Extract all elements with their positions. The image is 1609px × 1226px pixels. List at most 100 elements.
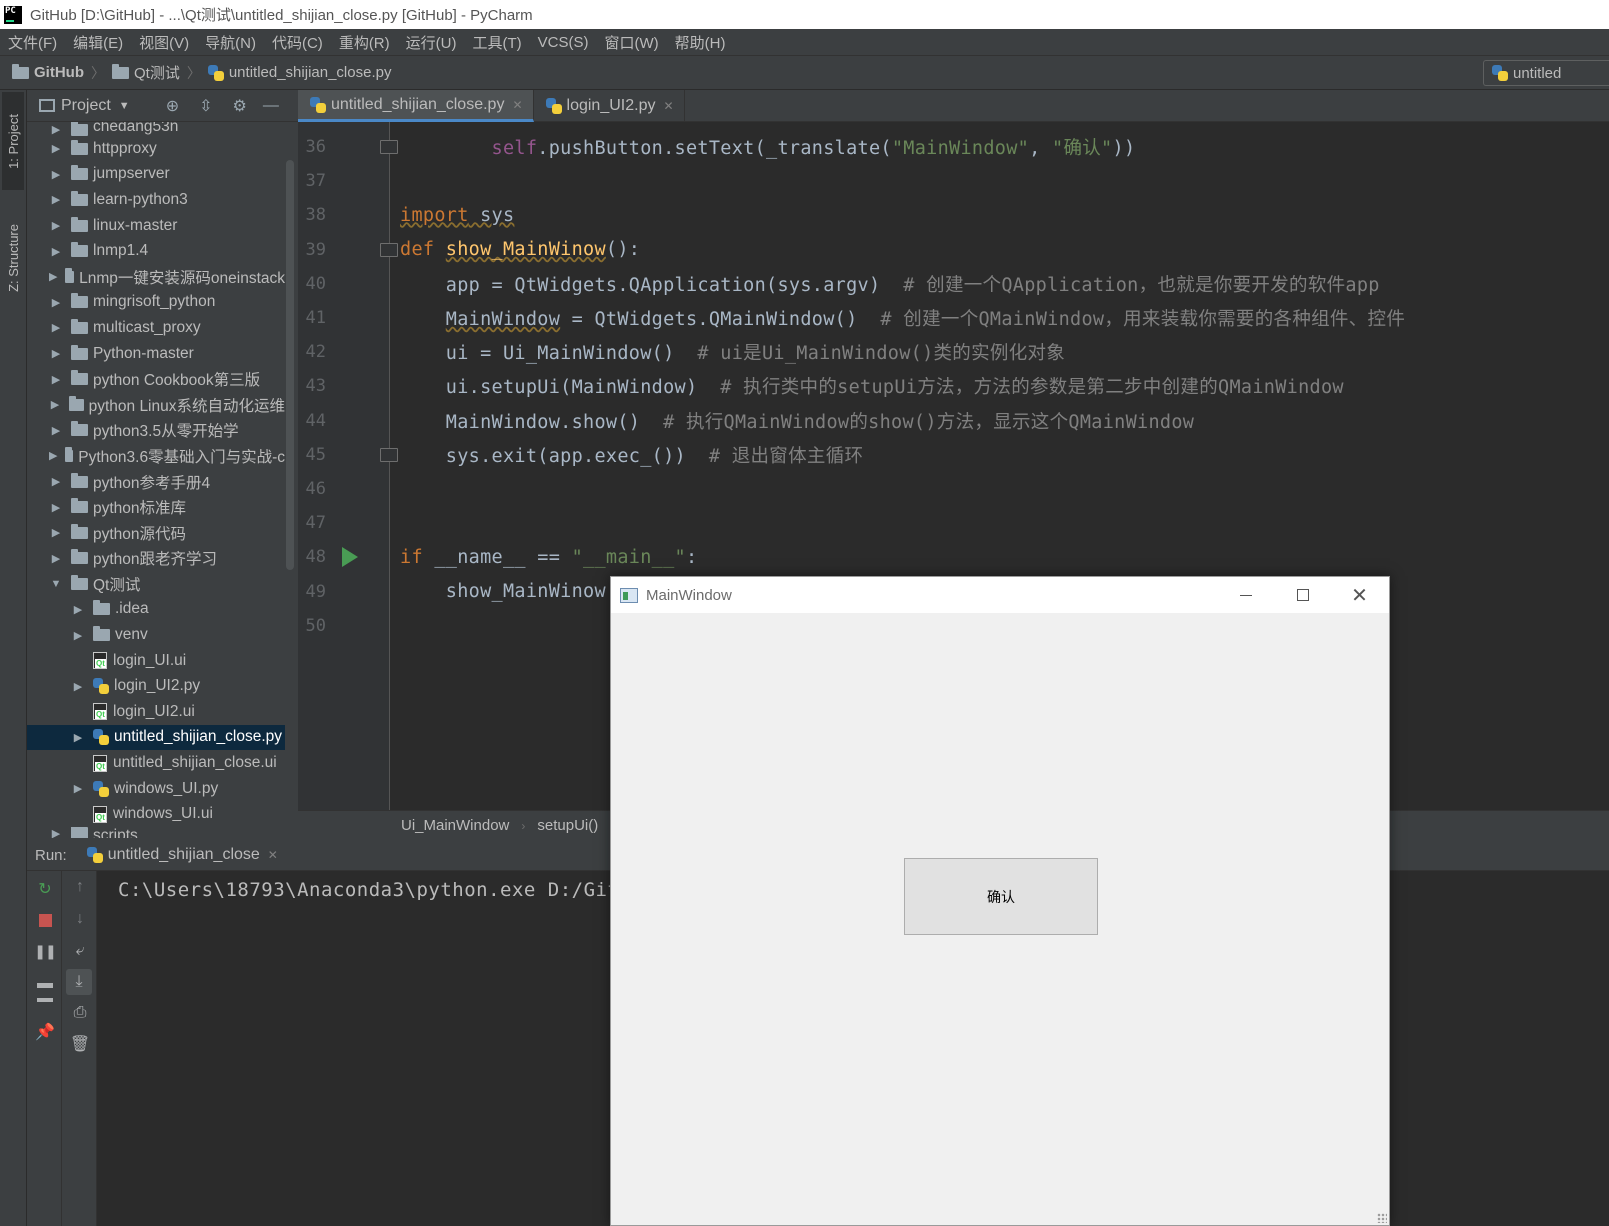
collapsed-arrow-icon[interactable]: ▶ — [49, 526, 63, 539]
chevron-down-icon[interactable]: ▼ — [119, 100, 130, 112]
menu-item-8[interactable]: VCS(S) — [538, 34, 589, 51]
collapsed-arrow-icon[interactable]: ▶ — [49, 347, 63, 360]
collapsed-arrow-icon[interactable]: ▶ — [49, 424, 63, 437]
collapsed-arrow-icon[interactable]: ▶ — [49, 245, 63, 258]
tree-item[interactable]: ▶ python标准库 — [27, 494, 285, 520]
close-icon[interactable]: ✕ — [268, 848, 278, 862]
tree-item[interactable]: ▶ jumpserver — [27, 162, 285, 188]
tree-item[interactable]: untitled_shijian_close.ui — [27, 750, 285, 776]
collapsed-arrow-icon[interactable]: ▶ — [71, 782, 85, 795]
collapsed-arrow-icon[interactable]: ▶ — [49, 398, 61, 411]
qt-window-titlebar[interactable]: MainWindow ✕ — [611, 577, 1389, 613]
collapsed-arrow-icon[interactable]: ▶ — [49, 219, 63, 232]
tree-item[interactable]: login_UI.ui — [27, 648, 285, 674]
maximize-button[interactable] — [1274, 577, 1331, 613]
close-icon[interactable]: ✕ — [512, 98, 522, 112]
collapsed-arrow-icon[interactable]: ▶ — [49, 373, 63, 386]
fold-marker-icon[interactable] — [380, 447, 398, 462]
collapsed-arrow-icon[interactable]: ▶ — [49, 123, 63, 136]
soft-wrap-icon[interactable]: ⤶ — [70, 941, 90, 961]
down-arrow-icon[interactable]: ↓ — [70, 909, 90, 929]
collapsed-arrow-icon[interactable]: ▶ — [49, 296, 63, 309]
tree-item[interactable]: ▶ multicast_proxy — [27, 315, 285, 341]
tree-item[interactable]: ▶ scripts — [27, 827, 285, 838]
project-view-selector[interactable]: Project — [61, 97, 111, 115]
resize-grip-icon[interactable] — [1377, 1213, 1387, 1223]
collapse-all-icon[interactable]: ⇳ — [199, 96, 212, 116]
tree-item[interactable]: ▶ lnmp1.4 — [27, 238, 285, 264]
breadcrumb-method[interactable]: setupUi() — [537, 817, 598, 834]
tree-item[interactable]: login_UI2.ui — [27, 699, 285, 725]
tree-item[interactable]: ▶ linux-master — [27, 213, 285, 239]
close-icon[interactable]: ✕ — [663, 99, 673, 113]
collapsed-arrow-icon[interactable]: ▶ — [49, 827, 63, 838]
tree-item[interactable]: windows_UI.ui — [27, 801, 285, 827]
collapsed-arrow-icon[interactable]: ▶ — [49, 270, 57, 283]
collapsed-arrow-icon[interactable]: ▶ — [49, 168, 63, 181]
gear-icon[interactable]: ⚙ — [233, 96, 247, 116]
minimize-button[interactable] — [1217, 577, 1274, 613]
menu-item-6[interactable]: 运行(U) — [406, 32, 457, 53]
collapsed-arrow-icon[interactable]: ▶ — [49, 449, 57, 462]
menu-item-5[interactable]: 重构(R) — [339, 32, 390, 53]
collapsed-arrow-icon[interactable]: ▶ — [71, 680, 85, 693]
tree-item[interactable]: ▶ login_UI2.py — [27, 673, 285, 699]
restore-layout-button[interactable] — [35, 982, 55, 1002]
menu-item-0[interactable]: 文件(F) — [8, 32, 57, 53]
menu-item-2[interactable]: 视图(V) — [139, 32, 189, 53]
tree-item[interactable]: ▶ untitled_shijian_close.py — [27, 724, 285, 751]
run-tab[interactable]: untitled_shijian_close ✕ — [86, 846, 278, 864]
print-icon[interactable]: ⎙ — [70, 1003, 90, 1023]
collapsed-arrow-icon[interactable]: ▶ — [71, 629, 85, 642]
menu-item-10[interactable]: 帮助(H) — [675, 32, 726, 53]
breadcrumb-folder[interactable]: Qt测试 — [112, 62, 180, 83]
hide-icon[interactable]: — — [263, 97, 279, 115]
tree-item[interactable]: ▶ python跟老齐学习 — [27, 546, 285, 572]
up-arrow-icon[interactable]: ↑ — [70, 877, 90, 897]
tree-item[interactable]: ▶ python3.5从零开始学 — [27, 418, 285, 444]
menu-item-9[interactable]: 窗口(W) — [604, 32, 658, 53]
tool-tab-project[interactable]: 1: Project — [2, 92, 24, 190]
tree-item[interactable]: ▶ Lnmp一键安装源码oneinstack — [27, 264, 285, 290]
confirm-button[interactable]: 确认 — [904, 858, 1098, 935]
menu-item-7[interactable]: 工具(T) — [472, 32, 521, 53]
fold-marker-icon[interactable] — [380, 242, 398, 257]
breadcrumb-class[interactable]: Ui_MainWindow — [401, 817, 509, 834]
pin-icon[interactable]: 📌 — [35, 1022, 55, 1042]
tree-item[interactable]: ▶ python源代码 — [27, 520, 285, 546]
run-play-icon[interactable] — [342, 547, 358, 568]
collapsed-arrow-icon[interactable]: ▶ — [49, 321, 63, 334]
collapsed-arrow-icon[interactable]: ▶ — [71, 731, 85, 744]
tree-item[interactable]: ▼ Qt测试 — [27, 571, 285, 597]
pause-button[interactable]: ❚❚ — [34, 941, 56, 961]
tree-item[interactable]: ▶ mingrisoft_python — [27, 290, 285, 316]
tree-item[interactable]: ▶ Python3.6零基础入门与实战-c — [27, 443, 285, 469]
project-tree-scrollbar[interactable] — [286, 160, 294, 570]
tree-item[interactable]: ▶ python参考手册4 — [27, 469, 285, 495]
rerun-button[interactable]: ↻ — [35, 879, 55, 899]
trash-icon[interactable]: 🗑 — [70, 1034, 90, 1054]
tree-item[interactable]: ▶ .idea — [27, 597, 285, 623]
collapsed-arrow-icon[interactable]: ▶ — [49, 501, 63, 514]
tree-item[interactable]: ▶ windows_UI.py — [27, 776, 285, 802]
scroll-to-end-icon[interactable]: ⤓ — [66, 969, 92, 995]
tree-item[interactable]: ▶ Python-master — [27, 341, 285, 367]
fold-marker-icon[interactable] — [380, 140, 398, 154]
tree-item[interactable]: ▶ learn-python3 — [27, 187, 285, 213]
collapsed-arrow-icon[interactable]: ▶ — [49, 552, 63, 565]
tree-item[interactable]: ▶ python Cookbook第三版 — [27, 366, 285, 392]
tree-item[interactable]: ▶ venv — [27, 622, 285, 648]
locate-icon[interactable]: ⊕ — [166, 96, 179, 116]
stop-button[interactable] — [35, 910, 55, 930]
expanded-arrow-icon[interactable]: ▼ — [49, 578, 63, 590]
collapsed-arrow-icon[interactable]: ▶ — [71, 603, 85, 616]
tree-item[interactable]: ▶ chedang53n — [27, 122, 285, 136]
menu-item-3[interactable]: 导航(N) — [205, 32, 256, 53]
collapsed-arrow-icon[interactable]: ▶ — [49, 475, 63, 488]
tree-item[interactable]: ▶ httpproxy — [27, 136, 285, 162]
run-configuration-selector[interactable]: untitled — [1483, 60, 1609, 86]
menu-item-4[interactable]: 代码(C) — [272, 32, 323, 53]
breadcrumb-project[interactable]: GitHub — [12, 63, 84, 81]
editor-tab[interactable]: login_UI2.py ✕ — [534, 90, 685, 122]
editor-tab[interactable]: untitled_shijian_close.py ✕ — [298, 90, 534, 122]
